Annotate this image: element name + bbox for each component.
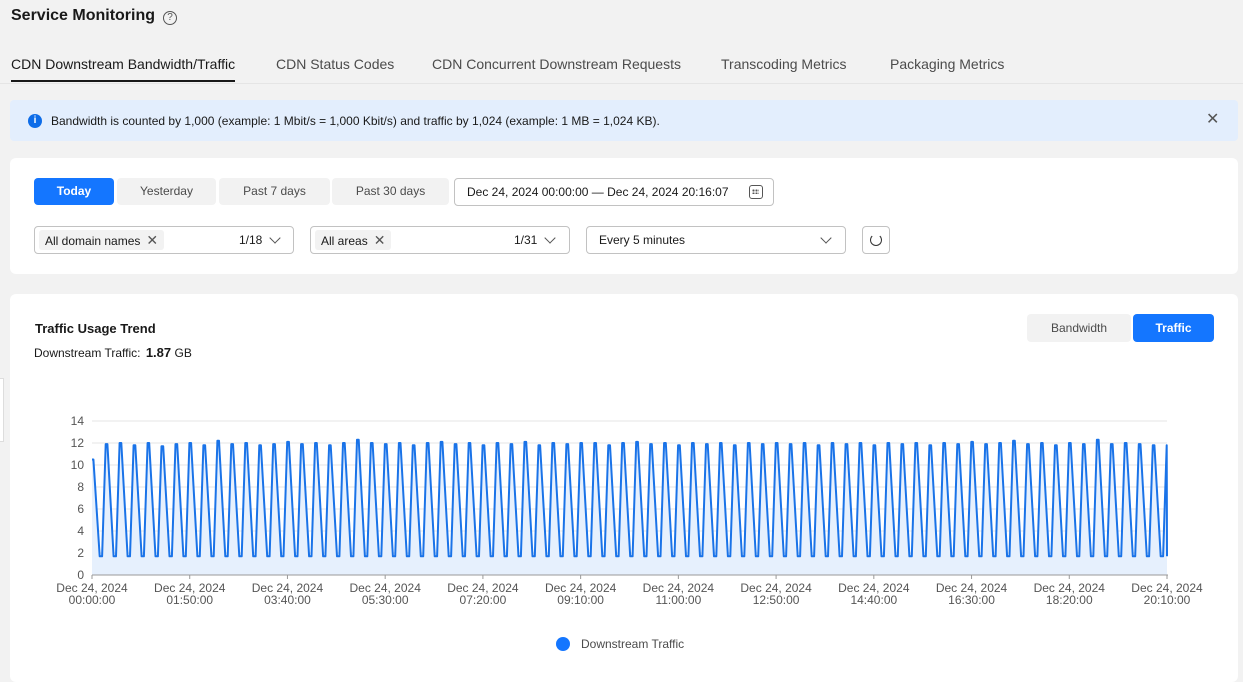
calendar-icon	[749, 185, 763, 199]
summary-unit: GB	[174, 346, 192, 360]
help-icon[interactable]: ?	[163, 11, 177, 25]
x-tick-label: Dec 24, 2024 12:50:00	[740, 581, 812, 607]
y-tick-label: 0	[77, 568, 84, 582]
x-tick-label: Dec 24, 2024 03:40:00	[252, 581, 324, 607]
x-tick-label: Dec 24, 2024 11:00:00	[643, 581, 715, 607]
x-tick-label: Dec 24, 2024 01:50:00	[154, 581, 226, 607]
yesterday-button[interactable]: Yesterday	[117, 178, 216, 205]
tab-packaging-metrics[interactable]: Packaging Metrics	[890, 56, 1004, 72]
interval-select[interactable]: Every 5 minutes	[586, 226, 846, 254]
bandwidth-toggle-button[interactable]: Bandwidth	[1027, 314, 1131, 342]
interval-value: Every 5 minutes	[599, 233, 686, 247]
chevron-down-icon	[269, 232, 281, 244]
active-tab-indicator	[11, 80, 235, 82]
refresh-button[interactable]	[862, 226, 890, 254]
y-tick-label: 6	[77, 502, 84, 516]
x-tick-label: Dec 24, 2024 07:20:00	[447, 581, 519, 607]
tab-cdn-status-codes[interactable]: CDN Status Codes	[276, 56, 394, 72]
x-tick-label: Dec 24, 2024 05:30:00	[349, 581, 421, 607]
series-line-downstream-traffic[interactable]	[92, 438, 1168, 558]
y-tick-label: 2	[77, 546, 84, 560]
notice-text: Bandwidth is counted by 1,000 (example: …	[51, 114, 660, 128]
area-select[interactable]: All areas ✕ 1/31	[310, 226, 570, 254]
chip-close-icon[interactable]: ✕	[374, 232, 386, 248]
filter-panel: Today Yesterday Past 7 days Past 30 days…	[10, 158, 1238, 274]
area-chip: All areas ✕	[315, 230, 392, 250]
x-tick-label: Dec 24, 2024 16:30:00	[936, 581, 1008, 607]
tab-cdn-concurrent-requests[interactable]: CDN Concurrent Downstream Requests	[432, 56, 681, 72]
summary-label: Downstream Traffic:	[34, 346, 141, 360]
chevron-down-icon	[820, 232, 832, 244]
area-chip-label: All areas	[321, 234, 368, 248]
domain-count: 1/18	[239, 233, 263, 247]
tab-transcoding-metrics[interactable]: Transcoding Metrics	[721, 56, 847, 72]
service-monitoring-page: Service Monitoring ? CDN Downstream Band…	[0, 0, 1243, 682]
date-range-picker[interactable]: Dec 24, 2024 00:00:00 — Dec 24, 2024 20:…	[454, 178, 774, 206]
traffic-toggle-button[interactable]: Traffic	[1133, 314, 1214, 342]
traffic-summary: Downstream Traffic: 1.87 GB	[34, 345, 192, 360]
info-notice: i Bandwidth is counted by 1,000 (example…	[10, 100, 1238, 141]
traffic-chart: 0 2 4 6 8 10 12 14 Dec 24, 2024 00:00:00 Dec 24, 2…	[56, 414, 1203, 651]
tab-cdn-bandwidth-traffic[interactable]: CDN Downstream Bandwidth/Traffic	[11, 56, 235, 72]
y-tick-label: 10	[71, 458, 85, 472]
x-tick-label: Dec 24, 2024 09:10:00	[545, 581, 617, 607]
x-tick-label: Dec 24, 2024 14:40:00	[838, 581, 910, 607]
domain-chip-label: All domain names	[45, 234, 141, 248]
domain-chip: All domain names ✕	[39, 230, 165, 250]
area-count: 1/31	[514, 233, 538, 247]
x-tick-label: Dec 24, 2024 00:00:00	[56, 581, 128, 607]
today-button[interactable]: Today	[34, 178, 114, 205]
legend-label[interactable]: Downstream Traffic	[581, 637, 684, 651]
page-header: Service Monitoring ? CDN Downstream Band…	[0, 0, 1243, 92]
legend-marker[interactable]	[556, 637, 570, 651]
past-7-days-button[interactable]: Past 7 days	[219, 178, 330, 205]
chart-panel-title: Traffic Usage Trend	[35, 321, 156, 336]
date-range-value: Dec 24, 2024 00:00:00 — Dec 24, 2024 20:…	[467, 185, 729, 199]
chip-close-icon[interactable]: ✕	[146, 232, 158, 248]
y-tick-label: 14	[71, 414, 85, 428]
y-tick-label: 4	[77, 524, 84, 538]
close-icon[interactable]: ✕	[1206, 112, 1219, 128]
page-title: Service Monitoring	[11, 7, 156, 24]
domain-select[interactable]: All domain names ✕ 1/18	[34, 226, 294, 254]
y-tick-label: 12	[71, 436, 85, 450]
refresh-icon	[870, 234, 882, 246]
past-30-days-button[interactable]: Past 30 days	[332, 178, 449, 205]
y-tick-label: 8	[77, 480, 84, 494]
x-tick-label: Dec 24, 2024 18:20:00	[1034, 581, 1106, 607]
chevron-down-icon	[544, 232, 556, 244]
info-icon: i	[28, 114, 42, 128]
tab-bar: CDN Downstream Bandwidth/Traffic CDN Sta…	[0, 50, 1243, 84]
x-tick-label: Dec 24, 2024 20:10:00	[1131, 581, 1203, 607]
summary-value: 1.87	[145, 345, 172, 360]
